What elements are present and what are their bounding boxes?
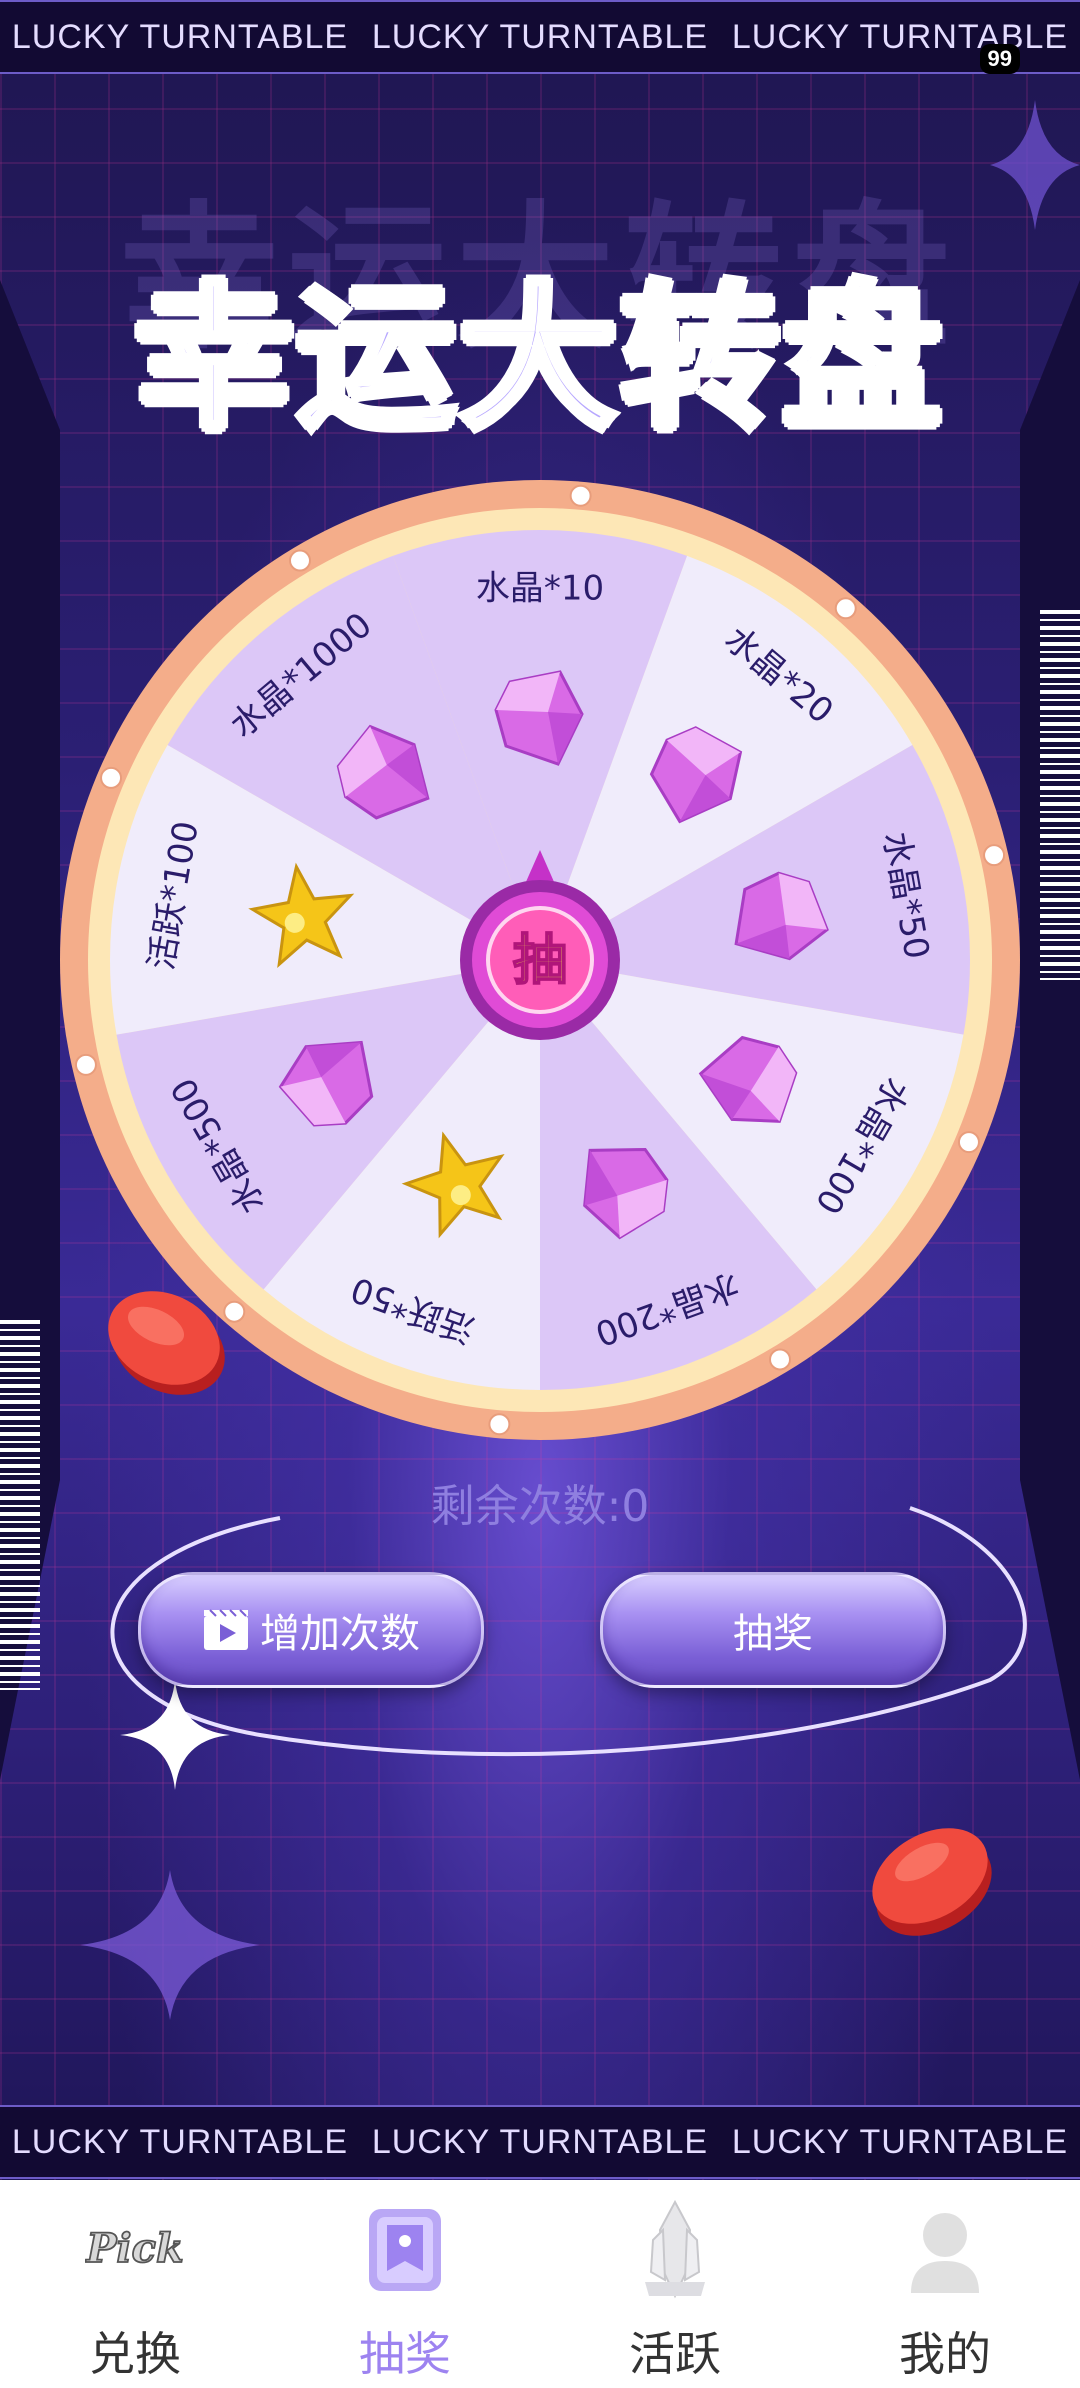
- rim-stud: [834, 597, 857, 620]
- tab-label: 我的: [899, 2327, 991, 2381]
- rim-stud: [769, 1348, 792, 1371]
- add-chances-button[interactable]: 增加次数: [138, 1572, 484, 1688]
- pick-logo-icon: Pick: [85, 2200, 185, 2300]
- remaining-count-text: 剩余次数:0: [430, 1481, 650, 1532]
- rim-stud: [100, 766, 123, 789]
- rim-stud: [957, 1131, 980, 1154]
- sparkle-star-icon: [80, 1870, 260, 2020]
- tab-profile[interactable]: 我的: [810, 2180, 1080, 2388]
- marquee-text: LUCKY TURNTABLE: [11, 2122, 349, 2161]
- draw-button[interactable]: 抽奖: [600, 1572, 946, 1688]
- tab-exchange[interactable]: Pick 兑换: [0, 2180, 270, 2388]
- marquee-bottom: LUCKY TURNTABLE LUCKY TURNTABLE LUCKY TU…: [0, 2105, 1080, 2179]
- rim-stud: [288, 549, 311, 572]
- svg-text:Pick: Pick: [85, 2225, 183, 2272]
- rim-stud: [223, 1300, 246, 1323]
- rim-stud: [488, 1413, 511, 1436]
- draw-button-label: 抽奖: [733, 1611, 813, 1657]
- marquee-text: LUCKY TURNTABLE: [371, 2122, 709, 2161]
- lottery-icon: [355, 2200, 455, 2300]
- lottery-page: LUCKY TURNTABLE LUCKY TURNTABLE LUCKY TU…: [0, 0, 1080, 2180]
- rim-stud: [74, 1053, 97, 1076]
- tab-label: 活跃: [629, 2327, 721, 2381]
- rim-stud: [569, 484, 592, 507]
- rim-stud: [983, 844, 1006, 867]
- center-button-label: 抽: [513, 929, 567, 992]
- add-chances-label: 增加次数: [260, 1611, 420, 1657]
- crystal-trophy-icon: [625, 2200, 725, 2300]
- wheel-segment-label: 水晶*10: [476, 569, 604, 609]
- user-icon: [895, 2200, 995, 2300]
- tab-label: 兑换: [89, 2327, 181, 2381]
- tab-label: 抽奖: [359, 2327, 451, 2381]
- marquee-text: LUCKY TURNTABLE: [731, 2122, 1069, 2161]
- bottom-tab-bar: Pick 兑换 抽奖 活跃 我的: [0, 2180, 1080, 2388]
- prize-wheel[interactable]: 水晶*10水晶*20水晶*50水晶*100水晶*200活跃*50水晶*500活跃…: [0, 0, 1080, 1500]
- tab-lottery[interactable]: 抽奖: [270, 2180, 540, 2388]
- coin-decoration: [872, 1828, 992, 1936]
- video-icon: [204, 1609, 248, 1650]
- tab-activity[interactable]: 活跃: [540, 2180, 810, 2388]
